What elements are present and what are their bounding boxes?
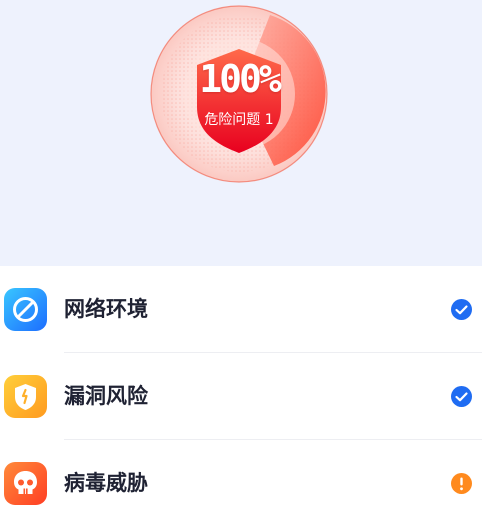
danger-label: 危险问题 [204,112,261,128]
network-icon [4,288,47,331]
scan-item-virus[interactable]: 病毒威胁 [0,440,482,527]
check-icon [451,386,472,407]
scan-header: 100% 危险问题 1 [0,0,482,266]
danger-count: 1 [264,112,274,128]
scan-item-label: 漏洞风险 [64,384,148,408]
scan-item-vulnerability[interactable]: 漏洞风险 [0,353,482,440]
check-icon [451,299,472,320]
scan-item-label: 病毒威胁 [64,471,148,495]
scan-gauge: 100% 危险问题 1 [150,5,328,183]
scan-item-list: 网络环境 漏洞风险 病毒威胁 [0,266,482,527]
shield-icon [4,375,47,418]
danger-issues: 危险问题 1 [150,109,328,129]
warning-icon [451,473,472,494]
skull-icon [4,462,47,505]
scan-item-network[interactable]: 网络环境 [0,266,482,353]
scan-percent: 100% [199,57,282,101]
scan-item-label: 网络环境 [64,297,148,321]
